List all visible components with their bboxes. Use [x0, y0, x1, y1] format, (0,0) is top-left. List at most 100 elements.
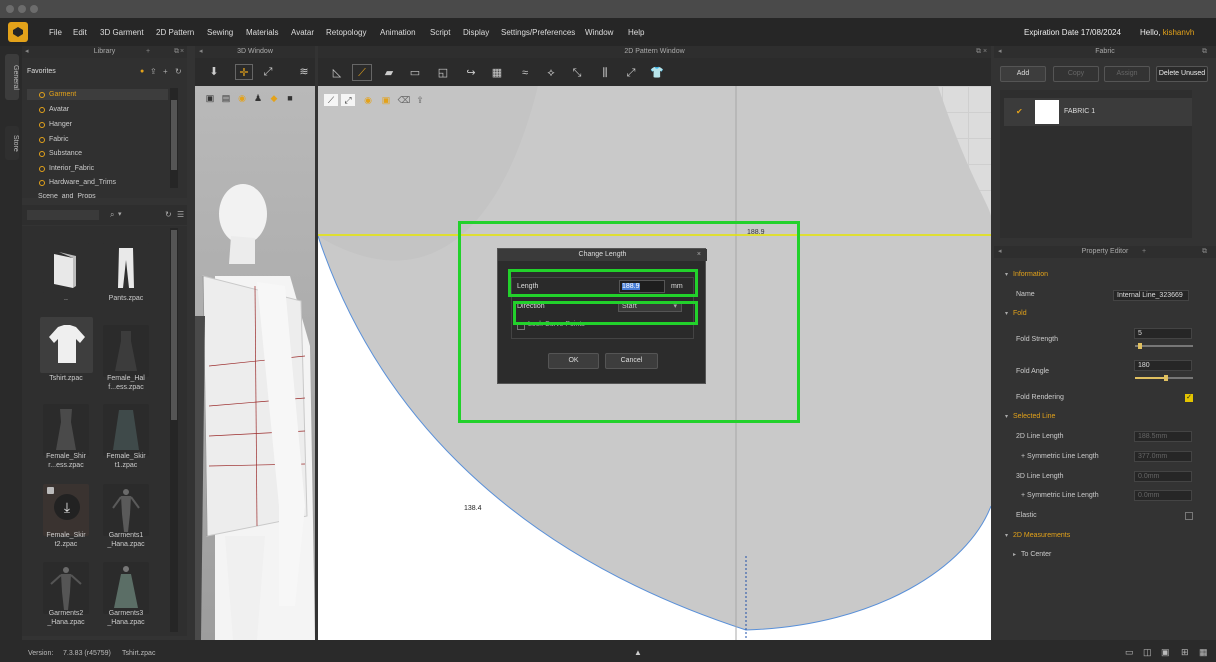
pin-icon[interactable]: ◂	[998, 46, 1002, 58]
fabric-list-item[interactable]: ✔ FABRIC 1	[1004, 98, 1192, 126]
user-greeting[interactable]: Hello, kishanvh	[1140, 28, 1194, 37]
layout-2d-icon[interactable]: ▣	[1161, 647, 1170, 658]
menu-sewing[interactable]: Sewing	[207, 28, 233, 37]
viewport-3d[interactable]: ▣ ▤ ◉ ♟ ◆ ■	[195, 86, 315, 640]
export-icon[interactable]: ⇪	[150, 67, 157, 76]
grain-icon[interactable]: ▦	[490, 67, 504, 79]
float-panel-icon[interactable]: ⧉	[976, 46, 981, 58]
menu-help[interactable]: Help	[628, 28, 644, 37]
menu-3d-garment[interactable]: 3D Garment	[100, 28, 144, 37]
slider-handle[interactable]	[1164, 375, 1168, 381]
fold-icon[interactable]: ≈	[518, 67, 532, 79]
menu-retopology[interactable]: Retopology	[326, 28, 366, 37]
tree-item-fabric[interactable]: Fabric	[39, 136, 68, 143]
add-tab-icon[interactable]: +	[1142, 246, 1146, 258]
rectangle-icon[interactable]: ▭	[408, 67, 422, 79]
menu-settings[interactable]: Settings/Preferences	[501, 28, 575, 37]
section-selected-line[interactable]: Selected Line	[1013, 413, 1055, 420]
close-panel-icon[interactable]: ×	[983, 46, 987, 58]
fold-angle-slider[interactable]	[1135, 375, 1193, 381]
expand-icon[interactable]: ▸	[1013, 551, 1016, 558]
library-tile-garments3[interactable]	[103, 562, 149, 614]
library-tile-skirt1[interactable]	[103, 404, 149, 456]
pleat-icon[interactable]: ⫼	[598, 67, 612, 79]
name-field[interactable]: Internal Line_323669	[1113, 290, 1189, 301]
menu-2d-pattern[interactable]: 2D Pattern	[156, 28, 194, 37]
tree-item-hanger[interactable]: Hanger	[39, 121, 72, 128]
refresh-list-icon[interactable]: ↻	[165, 210, 172, 219]
assign-fabric-button[interactable]: Assign	[1104, 66, 1150, 82]
collapse-icon[interactable]: ▾	[1005, 532, 1008, 539]
download-icon[interactable]: ⤓	[54, 494, 80, 520]
edit-pattern-icon[interactable]: ⟋	[352, 64, 372, 81]
ok-button[interactable]: OK	[548, 353, 599, 369]
copy-fabric-button[interactable]: Copy	[1053, 66, 1099, 82]
upload-icon[interactable]: ⇪	[413, 94, 427, 106]
library-tile-garments2[interactable]	[43, 562, 89, 614]
tree-item-interior-fabric[interactable]: Interior_Fabric	[39, 165, 94, 172]
layout-split-icon[interactable]: ◫	[1143, 647, 1152, 658]
search-icon[interactable]: ⌕	[110, 210, 114, 220]
list-view-icon[interactable]: ☰	[177, 210, 184, 219]
fold-rendering-checkbox[interactable]: ✓	[1185, 394, 1193, 402]
tree-item-garment[interactable]: Garment	[39, 91, 76, 98]
len2d-field[interactable]: 188.5mm	[1134, 431, 1192, 442]
cut-line-icon[interactable]: ⤢	[624, 67, 638, 79]
menu-file[interactable]: File	[49, 28, 62, 37]
zoom-window-icon[interactable]	[30, 5, 38, 13]
layout-quad-icon[interactable]: ⊞	[1181, 647, 1189, 658]
cancel-button[interactable]: Cancel	[605, 353, 658, 369]
trace-icon[interactable]: ⟡	[544, 67, 558, 79]
float-panel-icon[interactable]: ⧉	[174, 46, 179, 58]
menu-materials[interactable]: Materials	[246, 28, 278, 37]
more-tools-icon[interactable]: ≋	[297, 66, 311, 78]
expand-up-icon[interactable]: ▲	[634, 648, 642, 657]
tab-general[interactable]: General	[5, 54, 19, 100]
library-tile-pants[interactable]	[103, 242, 149, 294]
section-fold[interactable]: Fold	[1013, 310, 1027, 317]
menu-edit[interactable]: Edit	[73, 28, 87, 37]
close-panel-icon[interactable]: ×	[180, 46, 184, 58]
sym3d-field[interactable]: 0.0mm	[1134, 490, 1192, 501]
section-2d-measurements[interactable]: 2D Measurements	[1013, 532, 1070, 539]
to-center-label[interactable]: To Center	[1021, 551, 1051, 558]
layout-single-icon[interactable]: ▭	[1125, 647, 1134, 658]
library-tile-skirt2[interactable]: ⤓	[43, 484, 89, 536]
menu-avatar[interactable]: Avatar	[291, 28, 314, 37]
library-tile-tshirt[interactable]	[40, 317, 93, 373]
fold-strength-slider[interactable]	[1135, 343, 1193, 349]
collapse-icon[interactable]: ▾	[1005, 310, 1008, 317]
section-information[interactable]: Information	[1013, 271, 1048, 278]
collapse-icon[interactable]: ▾	[1005, 271, 1008, 278]
reset-2d-icon[interactable]: ⌫	[397, 94, 411, 106]
add-favorite-icon[interactable]: +	[163, 67, 168, 76]
library-search-input[interactable]	[27, 210, 99, 220]
edit-point-icon[interactable]: ⤢	[261, 66, 275, 78]
fold-angle-field[interactable]: 180	[1134, 360, 1192, 371]
internal-shape-icon[interactable]: ◱	[436, 67, 450, 79]
fabric-display-icon[interactable]: ▣	[379, 94, 393, 106]
grid-scrollbar[interactable]	[170, 228, 178, 632]
pattern-select-icon[interactable]: ⤢	[341, 94, 355, 106]
delete-unused-button[interactable]: Delete Unused	[1156, 66, 1208, 82]
float-panel-icon[interactable]: ⧉	[1202, 246, 1207, 258]
float-panel-icon[interactable]: ⧉	[1202, 46, 1207, 58]
len3d-field[interactable]: 0.0mm	[1134, 471, 1192, 482]
transform-pattern-icon[interactable]: ◺	[330, 67, 344, 79]
tree-scrollbar[interactable]	[170, 88, 178, 188]
layout-grid-icon[interactable]: ▦	[1199, 647, 1208, 658]
menu-script[interactable]: Script	[430, 28, 450, 37]
edit-curve-icon[interactable]: ⤡	[570, 67, 584, 79]
library-tile-shirt-dress[interactable]	[43, 404, 89, 456]
collapse-icon[interactable]: ▾	[1005, 413, 1008, 420]
menu-display[interactable]: Display	[463, 28, 489, 37]
library-tile-parent[interactable]	[43, 242, 89, 294]
slider-handle[interactable]	[1137, 343, 1142, 349]
fold-strength-field[interactable]: 5	[1134, 328, 1192, 339]
refresh-icon[interactable]: ↻	[175, 67, 182, 76]
pattern-display-icon[interactable]: ⟋	[324, 94, 338, 106]
elastic-checkbox[interactable]	[1185, 512, 1193, 520]
garment-icon[interactable]: 👕	[650, 67, 664, 79]
library-tile-garments1[interactable]	[103, 484, 149, 536]
tab-store[interactable]: Store	[5, 126, 19, 160]
